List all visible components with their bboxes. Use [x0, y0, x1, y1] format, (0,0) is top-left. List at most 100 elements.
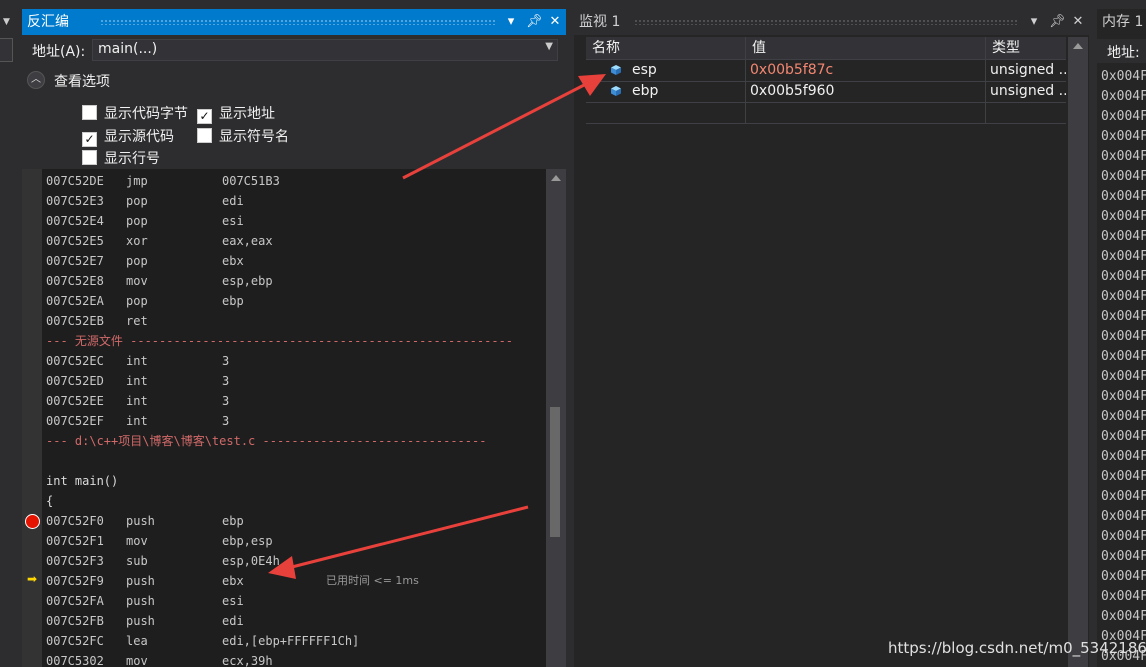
- checkbox-checked[interactable]: ✓: [82, 132, 97, 147]
- watch-titlebar[interactable]: 监视 1 ▾ 📌︎ ✕: [574, 9, 1089, 35]
- memory-row[interactable]: 0x004F: [1101, 227, 1146, 247]
- pin-icon[interactable]: 📌︎: [526, 9, 543, 35]
- disassembly-titlebar[interactable]: 反汇编 ▾ 📌︎ ✕: [22, 9, 566, 35]
- memory-row[interactable]: 0x004F: [1101, 567, 1146, 587]
- address-combobox[interactable]: main(...) ▼: [92, 39, 558, 61]
- panel-dropdown-icon[interactable]: ▼: [0, 9, 13, 35]
- scroll-thumb[interactable]: [550, 407, 560, 537]
- titlebar-grip: [634, 19, 1019, 25]
- watch-value[interactable]: [746, 102, 986, 123]
- source-separator[interactable]: --- d:\c++项目\博客\博客\test.c --------------…: [46, 431, 486, 451]
- collapse-icon[interactable]: ︿: [27, 71, 45, 89]
- column-header-value[interactable]: 值: [746, 37, 986, 59]
- memory-row[interactable]: 0x004F: [1101, 127, 1146, 147]
- close-icon[interactable]: ✕: [548, 9, 562, 35]
- memory-row[interactable]: 0x004F: [1101, 147, 1146, 167]
- memory-row[interactable]: 0x004F: [1101, 547, 1146, 567]
- memory-row[interactable]: 0x004F: [1101, 507, 1146, 527]
- watch-row[interactable]: esp 0x00b5f87c unsigned ...: [586, 60, 1066, 82]
- memory-row[interactable]: 0x004F: [1101, 487, 1146, 507]
- memory-row[interactable]: 0x004F: [1101, 287, 1146, 307]
- scroll-up-icon[interactable]: [551, 175, 561, 181]
- address-value[interactable]: main(...): [98, 41, 157, 57]
- memory-row[interactable]: 0x004F: [1101, 207, 1146, 227]
- left-panel-scroll[interactable]: [0, 38, 13, 62]
- instruction-address: 007C5302: [46, 654, 104, 667]
- memory-row[interactable]: 0x004F: [1101, 527, 1146, 547]
- watch-value[interactable]: 0x00b5f87c: [746, 60, 986, 81]
- pin-icon[interactable]: 📌︎: [1049, 9, 1066, 35]
- disassembly-code-view[interactable]: 007C52DE jmp 007C51B3 007C52E3 pop edi 007C52E…: [22, 169, 546, 667]
- checkbox-unchecked[interactable]: [82, 105, 97, 120]
- memory-row[interactable]: 0x004F: [1101, 327, 1146, 347]
- code-vertical-scrollbar[interactable]: [546, 169, 566, 667]
- watch-name[interactable]: [586, 102, 746, 123]
- memory-row[interactable]: 0x004F: [1101, 447, 1146, 467]
- chevron-down-icon[interactable]: ▼: [545, 41, 553, 52]
- memory-title[interactable]: 内存 1: [1102, 9, 1143, 35]
- memory-row[interactable]: 0x004F: [1101, 307, 1146, 327]
- source-line[interactable]: int main(): [46, 471, 118, 491]
- watch-type[interactable]: unsigned ...: [986, 60, 1066, 81]
- memory-row[interactable]: 0x004F: [1101, 87, 1146, 107]
- watch-vertical-scrollbar[interactable]: [1068, 37, 1088, 667]
- instruction-operands: ebp,esp: [222, 534, 273, 548]
- window-menu-icon[interactable]: ▾: [1027, 9, 1041, 35]
- view-options-title: 查看选项: [54, 74, 110, 90]
- memory-row[interactable]: 0x004F: [1101, 387, 1146, 407]
- memory-row[interactable]: 0x004F: [1101, 587, 1146, 607]
- watch-value[interactable]: 0x00b5f960: [746, 81, 986, 102]
- memory-row[interactable]: 0x004F: [1101, 167, 1146, 187]
- checkbox-checked[interactable]: ✓: [197, 109, 212, 124]
- option-label: 显示符号名: [219, 129, 289, 145]
- breakpoint-icon[interactable]: [25, 514, 40, 529]
- column-header-name[interactable]: 名称: [586, 37, 746, 59]
- source-separator[interactable]: --- 无源文件 -------------------------------…: [46, 331, 513, 351]
- watch-type[interactable]: [986, 102, 1066, 123]
- left-panel-edge: ▼: [0, 0, 15, 667]
- watch-row[interactable]: ebp 0x00b5f960 unsigned ...: [586, 81, 1066, 103]
- memory-address-bar: 地址:: [1097, 39, 1146, 63]
- view-options: ︿ 查看选项 显示代码字节 ✓ 显示地址 ✓ 显示源代码 显示符号名显示行号: [22, 63, 566, 169]
- window-menu-icon[interactable]: ▾: [504, 9, 518, 35]
- close-icon[interactable]: ✕: [1071, 9, 1085, 35]
- memory-row[interactable]: 0x004F: [1101, 467, 1146, 487]
- memory-row[interactable]: 0x004F: [1101, 187, 1146, 207]
- option-3[interactable]: 显示符号名: [197, 126, 289, 146]
- watch-type[interactable]: unsigned ...: [986, 81, 1066, 102]
- memory-row[interactable]: 0x004F: [1101, 407, 1146, 427]
- instruction-address: 007C52E3: [46, 194, 104, 208]
- checkbox-unchecked[interactable]: [197, 128, 212, 143]
- memory-row[interactable]: 0x004F: [1101, 347, 1146, 367]
- instruction-operands: esi: [222, 214, 244, 228]
- scroll-up-icon[interactable]: [1073, 43, 1083, 49]
- memory-row[interactable]: 0x004F: [1101, 367, 1146, 387]
- breakpoint-gutter[interactable]: [22, 169, 42, 667]
- checkbox-unchecked[interactable]: [82, 150, 97, 165]
- column-header-type[interactable]: 类型: [986, 37, 1066, 59]
- memory-panel: 内存 1 地址: 0x004F 0x004F 0x004F 0x004F 0x004F 0…: [1097, 9, 1146, 667]
- source-line[interactable]: {: [46, 491, 53, 511]
- memory-row[interactable]: 0x004F: [1101, 427, 1146, 447]
- instruction-address: 007C52EF: [46, 414, 104, 428]
- memory-row[interactable]: 0x004F: [1101, 107, 1146, 127]
- option-1[interactable]: ✓ 显示地址: [197, 103, 275, 124]
- instruction-address: 007C52E4: [46, 214, 104, 228]
- instruction-mnemonic: pop: [126, 254, 148, 268]
- address-label: 地址(A):: [32, 44, 86, 60]
- instruction-operands: edi: [222, 614, 244, 628]
- option-4[interactable]: 显示行号: [82, 148, 160, 168]
- option-2[interactable]: ✓ 显示源代码: [82, 126, 174, 147]
- memory-row[interactable]: 0x004F: [1101, 267, 1146, 287]
- instruction-operands: esp,0E4h: [222, 554, 280, 568]
- memory-row[interactable]: 0x004F: [1101, 67, 1146, 87]
- memory-row[interactable]: 0x004F: [1101, 607, 1146, 627]
- memory-row[interactable]: 0x004F: [1101, 247, 1146, 267]
- address-bar: 地址(A): main(...) ▼: [22, 35, 566, 63]
- instruction-operands: 3: [222, 414, 230, 428]
- instruction-operands: edi,[ebp+FFFFFF1Ch]: [222, 634, 360, 648]
- instruction-mnemonic: pop: [126, 194, 148, 208]
- watch-empty-row[interactable]: [586, 102, 1066, 124]
- option-0[interactable]: 显示代码字节: [82, 103, 188, 123]
- watch-panel: 监视 1 ▾ 📌︎ ✕ 名称 值 类型 esp 0x00b5f87c unsigne…: [574, 9, 1089, 667]
